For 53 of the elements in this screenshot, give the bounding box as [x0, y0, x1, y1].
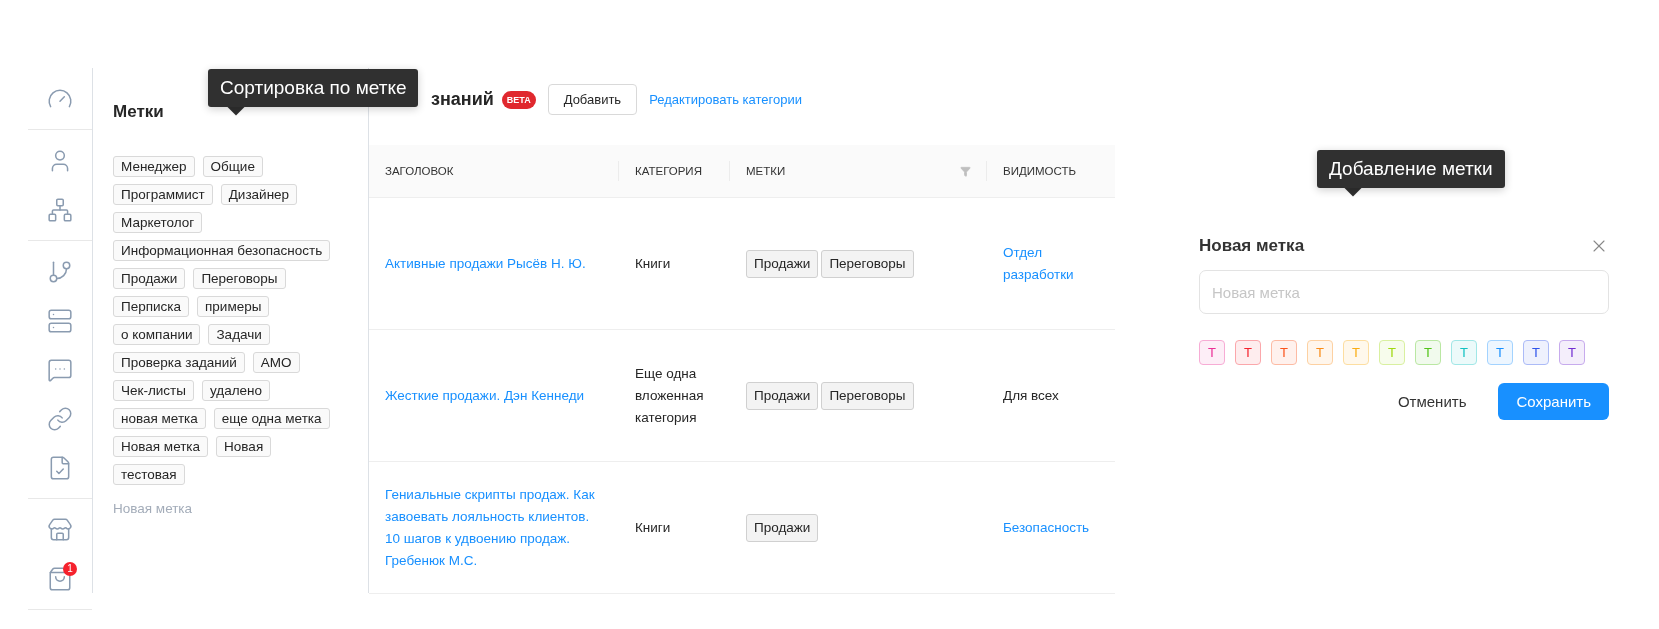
label-tag[interactable]: тестовая: [113, 464, 185, 485]
label-tag[interactable]: Перписка: [113, 296, 190, 317]
column-header: МЕТКИ: [730, 145, 987, 198]
label-tag[interactable]: Информационная безопасность: [113, 240, 331, 261]
panel-title: Метки: [113, 102, 164, 122]
beta-badge: BETA: [501, 90, 536, 109]
link-icon[interactable]: [47, 405, 73, 432]
dialog-title: Новая метка: [1199, 236, 1305, 256]
shopping-bag-icon[interactable]: [47, 565, 73, 592]
chat-icon[interactable]: [47, 356, 73, 383]
label-tag[interactable]: Программист: [113, 184, 213, 205]
label-tag[interactable]: АМО: [252, 352, 300, 373]
add-button[interactable]: Добавить: [547, 84, 638, 115]
cancel-button[interactable]: Отменить: [1391, 392, 1473, 411]
label-tag[interactable]: Задачи: [208, 324, 270, 345]
column-header: ВИДИМОСТЬ: [987, 145, 1115, 198]
branch-icon[interactable]: [47, 258, 73, 285]
label-tag[interactable]: новая метка: [113, 408, 206, 429]
category-text: Книги: [635, 254, 671, 273]
label-tag[interactable]: Продажи: [113, 268, 186, 289]
label-tag[interactable]: Проверка заданий: [113, 352, 245, 373]
label-tag[interactable]: примеры: [197, 296, 270, 317]
color-swatch[interactable]: T: [1523, 340, 1549, 365]
label-tag: Продажи: [746, 513, 819, 542]
filter-icon[interactable]: [960, 165, 971, 177]
label-tag[interactable]: Общие: [202, 156, 263, 177]
label-name-field[interactable]: Новая метка: [1199, 270, 1609, 314]
label-tag: Переговоры: [821, 249, 914, 278]
label-tag[interactable]: Менеджер: [113, 156, 195, 177]
label-tag: Продажи: [746, 381, 819, 410]
server-icon[interactable]: [47, 307, 73, 334]
column-header: ЗАГОЛОВОК: [369, 145, 619, 198]
category-text: Еще одна вложенная категория: [635, 364, 705, 427]
page-title: знаний: [431, 89, 494, 110]
notification-badge: 1: [63, 562, 77, 576]
label-tag[interactable]: Переговоры: [193, 268, 286, 289]
label-tag[interactable]: еще одна метка: [213, 408, 330, 429]
column-header: КАТЕГОРИЯ: [619, 145, 730, 198]
color-swatch[interactable]: T: [1235, 340, 1261, 365]
label-tag[interactable]: Новая метка: [113, 436, 209, 457]
label-tag[interactable]: Маркетолог: [113, 212, 203, 233]
label-tag[interactable]: о компании: [113, 324, 201, 345]
label-tag[interactable]: Дизайнер: [220, 184, 298, 205]
label-tag[interactable]: Новая: [216, 436, 272, 457]
label-tag[interactable]: Чек-листы: [113, 380, 194, 401]
label-tag: Продажи: [746, 249, 819, 278]
color-swatch[interactable]: T: [1559, 340, 1585, 365]
label-tag: Переговоры: [821, 381, 914, 410]
store-icon[interactable]: [47, 516, 73, 543]
hierarchy-icon[interactable]: [47, 196, 73, 223]
visibility-text: Для всех: [1003, 386, 1059, 405]
category-text: Книги: [635, 518, 671, 537]
label-tag[interactable]: удалено: [201, 380, 270, 401]
